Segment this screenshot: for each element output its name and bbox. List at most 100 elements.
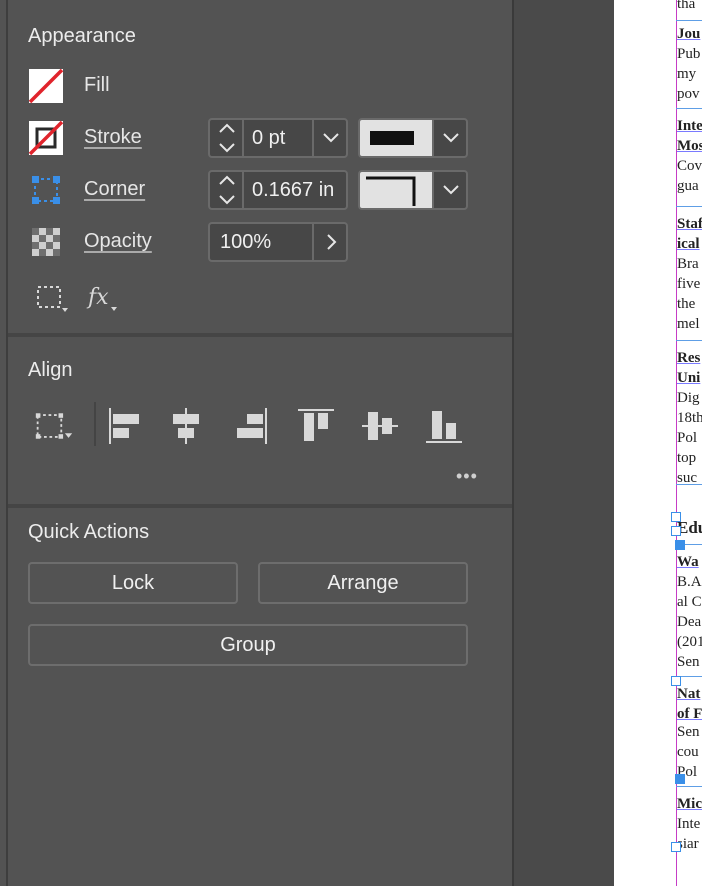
document-text-line: cou: [677, 744, 699, 760]
frame-fitting-icon[interactable]: [36, 284, 72, 314]
corner-size-input[interactable]: 0.1667 in: [252, 179, 344, 202]
document-text-line: Sen: [677, 724, 700, 740]
document-text-line: my: [677, 66, 697, 82]
align-vertical-centers-icon[interactable]: [360, 404, 400, 448]
corner-shape-select[interactable]: [358, 170, 468, 210]
pasteboard[interactable]: [514, 0, 614, 886]
selection-handle[interactable]: [671, 512, 681, 522]
stroke-none-icon[interactable]: [28, 120, 64, 156]
stroke-type-dropdown[interactable]: [432, 120, 466, 156]
document-text-line: Pub: [677, 46, 701, 62]
document-text-line: Mos: [677, 138, 702, 154]
corner-size-field[interactable]: 0.1667 in: [208, 170, 348, 210]
document-text-line: Pol: [677, 430, 698, 446]
quick-actions-title: Quick Actions: [28, 521, 150, 543]
svg-text:fx: fx: [86, 285, 109, 310]
align-to-selection-icon[interactable]: [34, 404, 74, 448]
document-text-line: Wa: [677, 554, 699, 570]
document-text-line: five: [677, 276, 701, 292]
text-frame-edge: [676, 340, 702, 341]
text-frame-edge: [676, 786, 702, 787]
align-horizontal-centers-icon[interactable]: [166, 404, 206, 448]
text-frame-edge: [676, 206, 702, 207]
corner-label[interactable]: Corner: [84, 178, 145, 201]
document-text-line: top: [677, 450, 697, 466]
document-text-line: suc: [677, 470, 697, 486]
document-text-line: of F: [677, 706, 702, 722]
document-text-line: Mic: [677, 796, 702, 812]
chevron-down-icon: [323, 133, 339, 143]
document-text-line: Inte: [677, 816, 701, 832]
document-text-line: Staf: [677, 216, 702, 232]
group-button[interactable]: Group: [28, 624, 468, 666]
document-text-line: Dea: [677, 614, 702, 630]
document-text-line: B.A: [677, 574, 702, 590]
opacity-input[interactable]: 100%: [220, 231, 310, 254]
stroke-type-select[interactable]: [358, 118, 468, 158]
document-text-line: Inte: [677, 118, 702, 134]
align-divider: [94, 402, 96, 446]
selection-handle[interactable]: [671, 526, 681, 536]
lock-button[interactable]: Lock: [28, 562, 238, 604]
chevron-right-icon: [327, 234, 337, 250]
opacity-slider-button[interactable]: [312, 224, 346, 260]
opacity-field[interactable]: 100%: [208, 222, 348, 262]
text-frame-edge: [676, 20, 702, 21]
solid-line-icon: [370, 131, 414, 145]
document-text-line: Nat: [677, 686, 701, 702]
text-frame-edge: [676, 108, 702, 109]
section-divider: [8, 504, 512, 508]
selection-handle[interactable]: [675, 774, 685, 784]
document-text-line: Res: [677, 350, 701, 366]
fill-none-icon[interactable]: [28, 68, 64, 104]
document-text-line: (201: [677, 634, 702, 650]
fill-label: Fill: [84, 74, 110, 96]
align-bottom-edges-icon[interactable]: [424, 404, 464, 448]
properties-panel: Appearance Fill Stroke 0 pt Corner 0.166…: [0, 0, 514, 886]
selection-handle[interactable]: [671, 676, 681, 686]
document-text-line: tha: [677, 0, 696, 12]
document-text-line: gua: [677, 178, 699, 194]
document-page[interactable]: tha Jou Pub my pov Inte Mos Cov gua Staf ical Bra fi…: [614, 0, 702, 886]
fill-row[interactable]: Fill: [28, 66, 488, 106]
panel-left-edge: [6, 0, 8, 886]
document-text-line: Dig: [677, 390, 700, 406]
stroke-weight-input[interactable]: 0 pt: [252, 127, 312, 150]
stroke-label[interactable]: Stroke: [84, 126, 142, 149]
document-text-line: mel: [677, 316, 700, 332]
corner-size-stepper[interactable]: [210, 172, 244, 208]
align-title: Align: [28, 359, 73, 381]
corner-shape-dropdown[interactable]: [432, 172, 466, 208]
stroke-weight-field[interactable]: 0 pt: [208, 118, 348, 158]
document-text-line: Uni: [677, 370, 701, 386]
stroke-weight-dropdown[interactable]: [312, 120, 346, 156]
align-left-edges-icon[interactable]: [104, 404, 144, 448]
more-options-icon[interactable]: •••: [456, 466, 478, 487]
stroke-type-swatch: [360, 120, 432, 156]
opacity-checkerboard-icon[interactable]: [28, 224, 64, 260]
document-text-line: al C: [677, 594, 702, 610]
selection-handle[interactable]: [671, 842, 681, 852]
corner-shape-icon: [366, 176, 416, 206]
document-text-line: pov: [677, 86, 700, 102]
section-divider: [8, 333, 512, 337]
selection-handle[interactable]: [675, 540, 685, 550]
align-top-edges-icon[interactable]: [296, 404, 336, 448]
stroke-weight-stepper[interactable]: [210, 120, 244, 156]
appearance-title: Appearance: [28, 25, 136, 47]
chevron-down-icon: [443, 133, 459, 143]
stepper-arrows-icon: [219, 175, 235, 205]
effects-fx-icon[interactable]: fx: [86, 282, 120, 314]
align-right-edges-icon[interactable]: [232, 404, 272, 448]
chevron-down-icon: [443, 185, 459, 195]
stepper-arrows-icon: [219, 123, 235, 153]
opacity-label[interactable]: Opacity: [84, 230, 152, 253]
document-text-line: Bra: [677, 256, 699, 272]
corner-options-icon[interactable]: [28, 172, 64, 208]
document-text-line: the: [677, 296, 696, 312]
document-text-line: ical: [677, 236, 700, 252]
document-text-line: 18th: [677, 410, 702, 426]
corner-shape-swatch: [360, 172, 432, 208]
arrange-button[interactable]: Arrange: [258, 562, 468, 604]
document-text-line: Sen: [677, 654, 700, 670]
